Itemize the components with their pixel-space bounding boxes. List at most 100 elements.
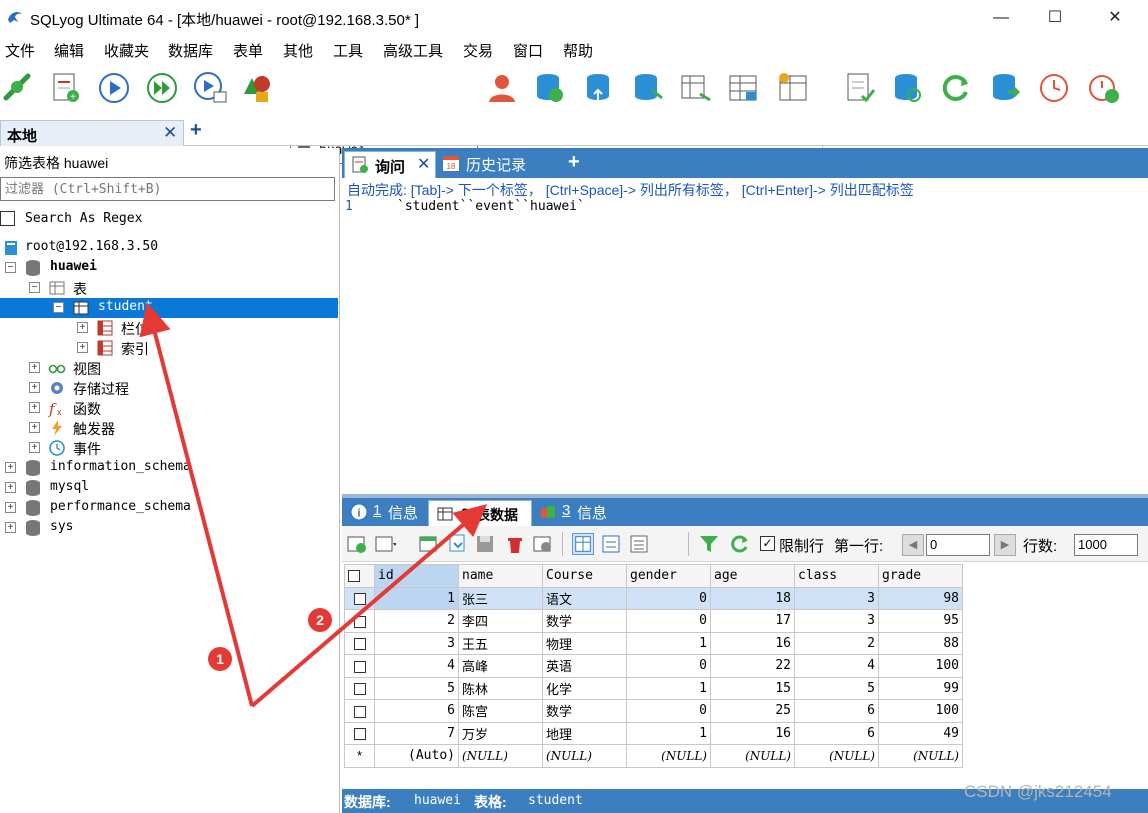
- expand-icon[interactable]: +: [5, 522, 16, 533]
- table-row[interactable]: 2 李四 数学 0 17 3 95: [344, 609, 963, 633]
- connection-tab[interactable]: 本地 ✕: [0, 120, 184, 146]
- table-schema-icon[interactable]: [726, 70, 762, 106]
- select-all-checkbox[interactable]: [348, 569, 360, 582]
- row-checkbox[interactable]: [353, 683, 366, 696]
- db-restore-icon[interactable]: [890, 70, 926, 106]
- cell-name[interactable]: 王五: [458, 631, 543, 655]
- cell-class[interactable]: 2: [794, 631, 879, 655]
- cell-null[interactable]: (NULL): [794, 744, 879, 768]
- menu-edit[interactable]: 编辑: [54, 40, 84, 61]
- filter-funnel-icon[interactable]: [698, 533, 720, 555]
- user-icon[interactable]: [484, 70, 520, 106]
- db-backup-icon[interactable]: [532, 70, 568, 106]
- column-header-course[interactable]: Course: [542, 564, 627, 588]
- table-import-icon[interactable]: [678, 70, 714, 106]
- cell-grade[interactable]: 98: [878, 586, 963, 610]
- scheduler-add-icon[interactable]: [1086, 70, 1122, 106]
- refresh-icon[interactable]: [728, 533, 750, 555]
- text-view-icon[interactable]: [628, 533, 650, 555]
- cell-course[interactable]: 数学: [542, 609, 627, 633]
- add-query-tab-button[interactable]: +: [568, 151, 580, 174]
- table-row[interactable]: 1 张三 语文 0 18 3 98: [344, 586, 963, 610]
- cell-id[interactable]: 5: [374, 676, 459, 700]
- close-icon[interactable]: ✕: [417, 154, 430, 174]
- limit-rows-checkbox[interactable]: ✓: [760, 536, 775, 551]
- cell-null[interactable]: (NULL): [626, 744, 711, 768]
- column-header-id[interactable]: id: [374, 564, 459, 588]
- cell-id-auto[interactable]: (Auto): [374, 744, 459, 768]
- new-row[interactable]: * (Auto) (NULL) (NULL) (NULL) (NULL) (NU…: [344, 744, 963, 768]
- collapse-icon[interactable]: −: [29, 282, 40, 293]
- db-upload-icon[interactable]: [582, 70, 618, 106]
- cell-course[interactable]: 数学: [542, 699, 627, 723]
- tab-table-data[interactable]: 2 表数据: [428, 500, 532, 526]
- cell-grade[interactable]: 99: [878, 676, 963, 700]
- cancel-changes-icon[interactable]: [532, 533, 554, 555]
- row-checkbox-cell[interactable]: [344, 721, 375, 745]
- menu-favorites[interactable]: 收藏夹: [104, 40, 149, 61]
- maximize-button[interactable]: ☐: [1032, 4, 1078, 32]
- menu-database[interactable]: 数据库: [168, 40, 213, 61]
- expand-icon[interactable]: +: [29, 362, 40, 373]
- row-count-input[interactable]: 1000: [1074, 534, 1138, 556]
- cell-class[interactable]: 6: [794, 721, 879, 745]
- cell-course[interactable]: 化学: [542, 676, 627, 700]
- expand-icon[interactable]: +: [29, 402, 40, 413]
- cell-age[interactable]: 16: [710, 721, 795, 745]
- cell-course[interactable]: 物理: [542, 631, 627, 655]
- cell-id[interactable]: 4: [374, 654, 459, 678]
- cell-name[interactable]: 高峰: [458, 654, 543, 678]
- column-header-gender[interactable]: gender: [626, 564, 711, 588]
- execute-icon[interactable]: [96, 70, 132, 106]
- expand-icon[interactable]: +: [5, 502, 16, 513]
- close-icon[interactable]: ✕: [163, 123, 177, 143]
- column-header-name[interactable]: name: [458, 564, 543, 588]
- table-row[interactable]: 4 高峰 英语 0 22 4 100: [344, 654, 963, 678]
- db-sync-icon[interactable]: [630, 70, 666, 106]
- menu-other[interactable]: 其他: [283, 40, 313, 61]
- cell-grade[interactable]: 100: [878, 654, 963, 678]
- cell-age[interactable]: 15: [710, 676, 795, 700]
- row-checkbox[interactable]: [353, 638, 366, 651]
- cell-course[interactable]: 英语: [542, 654, 627, 678]
- cell-grade[interactable]: 49: [878, 721, 963, 745]
- cell-gender[interactable]: 1: [626, 721, 711, 745]
- add-row-icon[interactable]: [418, 533, 440, 555]
- copy-row-icon[interactable]: [446, 533, 468, 555]
- cell-name[interactable]: 万岁: [458, 721, 543, 745]
- cell-grade[interactable]: 88: [878, 631, 963, 655]
- save-icon[interactable]: [474, 533, 496, 555]
- menu-window[interactable]: 窗口: [513, 40, 543, 61]
- column-header-class[interactable]: class: [794, 564, 879, 588]
- filter-input[interactable]: [0, 177, 335, 201]
- cell-gender[interactable]: 0: [626, 699, 711, 723]
- cell-name[interactable]: 陈林: [458, 676, 543, 700]
- row-checkbox[interactable]: [353, 593, 366, 606]
- table-row[interactable]: 5 陈林 化学 1 15 5 99: [344, 676, 963, 700]
- cell-course[interactable]: 地理: [542, 721, 627, 745]
- row-checkbox[interactable]: [353, 660, 366, 673]
- tab-query[interactable]: 询问 ✕: [344, 151, 436, 178]
- cell-id[interactable]: 2: [374, 609, 459, 633]
- previous-page-button[interactable]: ◀: [902, 534, 924, 556]
- row-checkbox[interactable]: [353, 728, 366, 741]
- execute-edit-icon[interactable]: [192, 70, 228, 106]
- cell-gender[interactable]: 1: [626, 676, 711, 700]
- insert-row-icon[interactable]: [346, 533, 368, 555]
- execute-all-icon[interactable]: [144, 70, 180, 106]
- row-checkbox[interactable]: [353, 615, 366, 628]
- menu-file[interactable]: 文件: [5, 40, 35, 61]
- cell-course[interactable]: 语文: [542, 586, 627, 610]
- cell-age[interactable]: 17: [710, 609, 795, 633]
- cell-age[interactable]: 25: [710, 699, 795, 723]
- row-checkbox-cell[interactable]: [344, 586, 375, 610]
- shapes-icon[interactable]: [240, 70, 276, 106]
- row-checkbox-cell[interactable]: [344, 654, 375, 678]
- cell-gender[interactable]: 0: [626, 586, 711, 610]
- cell-null[interactable]: (NULL): [710, 744, 795, 768]
- cell-class[interactable]: 4: [794, 654, 879, 678]
- cell-age[interactable]: 22: [710, 654, 795, 678]
- cell-age[interactable]: 16: [710, 631, 795, 655]
- cell-class[interactable]: 6: [794, 699, 879, 723]
- column-header-age[interactable]: age: [710, 564, 795, 588]
